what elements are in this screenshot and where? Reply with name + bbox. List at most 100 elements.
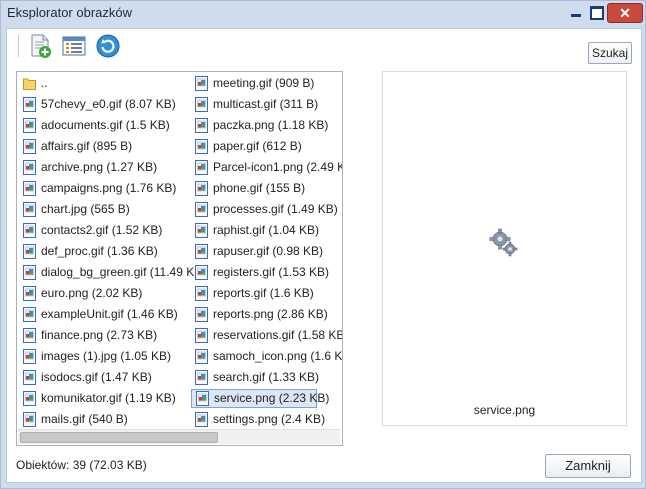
image-file-icon	[195, 265, 208, 280]
image-file-icon	[23, 139, 36, 154]
image-preview-panel: service.png	[382, 71, 627, 426]
file-list-column-2: meeting.gif (909 B) multicast.gif (311 B)…	[191, 74, 343, 431]
file-item[interactable]: reservations.gif (1.58 KB)	[193, 326, 342, 345]
file-item[interactable]: reports.gif (1.6 KB)	[193, 284, 342, 303]
file-item[interactable]: euro.png (2.02 KB)	[21, 284, 191, 303]
file-item[interactable]: mails.gif (540 B)	[21, 410, 191, 429]
refresh-icon[interactable]	[95, 33, 121, 59]
list-view-icon[interactable]	[61, 33, 87, 59]
image-file-icon	[195, 160, 208, 175]
dialog-body: Szukaj .. 57chevy_e0.gif (8.07 KB) adocume…	[6, 28, 642, 483]
file-item-selected[interactable]: service.png (2.23 KB)	[191, 389, 329, 408]
file-item[interactable]: rapuser.gif (0.98 KB)	[193, 242, 342, 261]
file-item[interactable]: raphist.gif (1.04 KB)	[193, 221, 342, 240]
preview-filename: service.png	[473, 403, 536, 417]
file-item-label: paczka.png (1.18 KB)	[213, 118, 329, 132]
file-item-label: paper.gif (612 B)	[213, 139, 302, 153]
folder-icon	[23, 78, 36, 90]
file-item-label: raphist.gif (1.04 KB)	[213, 223, 320, 237]
image-file-icon	[23, 328, 36, 343]
file-item[interactable]: settings.png (2.4 KB)	[193, 410, 342, 429]
close-icon: ✕	[619, 5, 631, 21]
file-item[interactable]: komunikator.gif (1.19 KB)	[21, 389, 191, 408]
close-button[interactable]: Zamknij	[545, 454, 631, 478]
toolbar-separator	[18, 35, 19, 57]
file-item[interactable]: processes.gif (1.49 KB)	[193, 200, 342, 219]
file-item-label: meeting.gif (909 B)	[213, 76, 315, 90]
file-item-label: processes.gif (1.49 KB)	[213, 202, 338, 216]
file-item-label: campaigns.png (1.76 KB)	[41, 181, 177, 195]
file-item-label: images (1).jpg (1.05 KB)	[41, 349, 172, 363]
gears-icon	[489, 228, 518, 257]
file-item[interactable]: affairs.gif (895 B)	[21, 137, 191, 156]
search-button[interactable]: Szukaj	[588, 42, 632, 64]
image-file-icon	[195, 223, 208, 238]
image-file-icon	[23, 412, 36, 427]
maximize-icon	[590, 6, 604, 20]
file-item[interactable]: isodocs.gif (1.47 KB)	[21, 368, 191, 387]
file-item-label: multicast.gif (311 B)	[213, 97, 319, 111]
file-item[interactable]: finance.png (2.73 KB)	[21, 326, 191, 345]
file-item[interactable]: phone.gif (155 B)	[193, 179, 342, 198]
minimize-icon	[571, 14, 581, 17]
file-item[interactable]: multicast.gif (311 B)	[193, 95, 342, 114]
add-file-icon[interactable]	[27, 33, 53, 59]
file-item[interactable]: exampleUnit.gif (1.46 KB)	[21, 305, 191, 324]
file-item[interactable]: Parcel-icon1.png (2.49 KB)	[193, 158, 343, 177]
file-item-label: ..	[41, 76, 48, 90]
window-title: Eksplorator obrazków	[7, 5, 132, 20]
file-item-label: exampleUnit.gif (1.46 KB)	[41, 307, 178, 321]
image-file-icon	[195, 76, 208, 91]
file-item-label: mails.gif (540 B)	[41, 412, 128, 426]
image-file-icon	[195, 202, 208, 217]
file-item-label: archive.png (1.27 KB)	[41, 160, 158, 174]
file-item[interactable]: archive.png (1.27 KB)	[21, 158, 191, 177]
file-item[interactable]: paper.gif (612 B)	[193, 137, 342, 156]
file-item-label: euro.png (2.02 KB)	[41, 286, 143, 300]
image-file-icon	[23, 160, 36, 175]
image-file-icon	[195, 412, 208, 427]
file-item[interactable]: reports.png (2.86 KB)	[193, 305, 342, 324]
file-item[interactable]: images (1).jpg (1.05 KB)	[21, 347, 191, 366]
image-file-icon	[195, 370, 208, 385]
title-bar[interactable]: Eksplorator obrazków ✕	[1, 1, 645, 25]
file-item[interactable]: search.gif (1.33 KB)	[193, 368, 342, 387]
minimize-button[interactable]	[567, 3, 585, 21]
file-item[interactable]: samoch_icon.png (1.6 KB)	[193, 347, 342, 366]
image-file-icon	[195, 244, 208, 259]
horizontal-scrollbar[interactable]	[18, 429, 340, 444]
file-item-label: adocuments.gif (1.5 KB)	[41, 118, 170, 132]
scrollbar-thumb[interactable]	[20, 432, 218, 443]
file-item-label: search.gif (1.33 KB)	[213, 370, 320, 384]
image-file-icon	[23, 244, 36, 259]
file-item-label: chart.jpg (565 B)	[41, 202, 130, 216]
image-file-icon	[195, 286, 208, 301]
image-file-icon	[23, 181, 36, 196]
close-window-button[interactable]: ✕	[607, 3, 643, 23]
file-item[interactable]: paczka.png (1.18 KB)	[193, 116, 342, 135]
image-file-icon	[23, 97, 36, 112]
image-file-icon	[195, 97, 208, 112]
image-file-icon	[23, 223, 36, 238]
file-item[interactable]: campaigns.png (1.76 KB)	[21, 179, 191, 198]
file-item[interactable]: def_proc.gif (1.36 KB)	[21, 242, 191, 261]
file-item-label: 57chevy_e0.gif (8.07 KB)	[41, 97, 176, 111]
maximize-button[interactable]	[587, 3, 605, 21]
file-item[interactable]: adocuments.gif (1.5 KB)	[21, 116, 191, 135]
file-list[interactable]: .. 57chevy_e0.gif (8.07 KB) adocuments.gif…	[16, 71, 343, 446]
file-item[interactable]: contacts2.gif (1.52 KB)	[21, 221, 191, 240]
file-item[interactable]: meeting.gif (909 B)	[193, 74, 342, 93]
file-item[interactable]: chart.jpg (565 B)	[21, 200, 191, 219]
file-item-label: dialog_bg_green.gif (11.49 KB)	[41, 265, 207, 279]
image-file-icon	[195, 181, 208, 196]
file-item-label: Parcel-icon1.png (2.49 KB)	[213, 160, 343, 174]
file-item-label: settings.png (2.4 KB)	[213, 412, 326, 426]
parent-folder-item[interactable]: ..	[21, 74, 191, 93]
file-item[interactable]: dialog_bg_green.gif (11.49 KB)	[21, 263, 206, 282]
file-item-label: finance.png (2.73 KB)	[41, 328, 158, 342]
file-item[interactable]: registers.gif (1.53 KB)	[193, 263, 342, 282]
status-summary: Obiektów: 39 (72.03 KB)	[16, 458, 147, 472]
file-list-column-1: .. 57chevy_e0.gif (8.07 KB) adocuments.gif…	[21, 74, 206, 431]
image-file-icon	[23, 202, 36, 217]
file-item[interactable]: 57chevy_e0.gif (8.07 KB)	[21, 95, 191, 114]
